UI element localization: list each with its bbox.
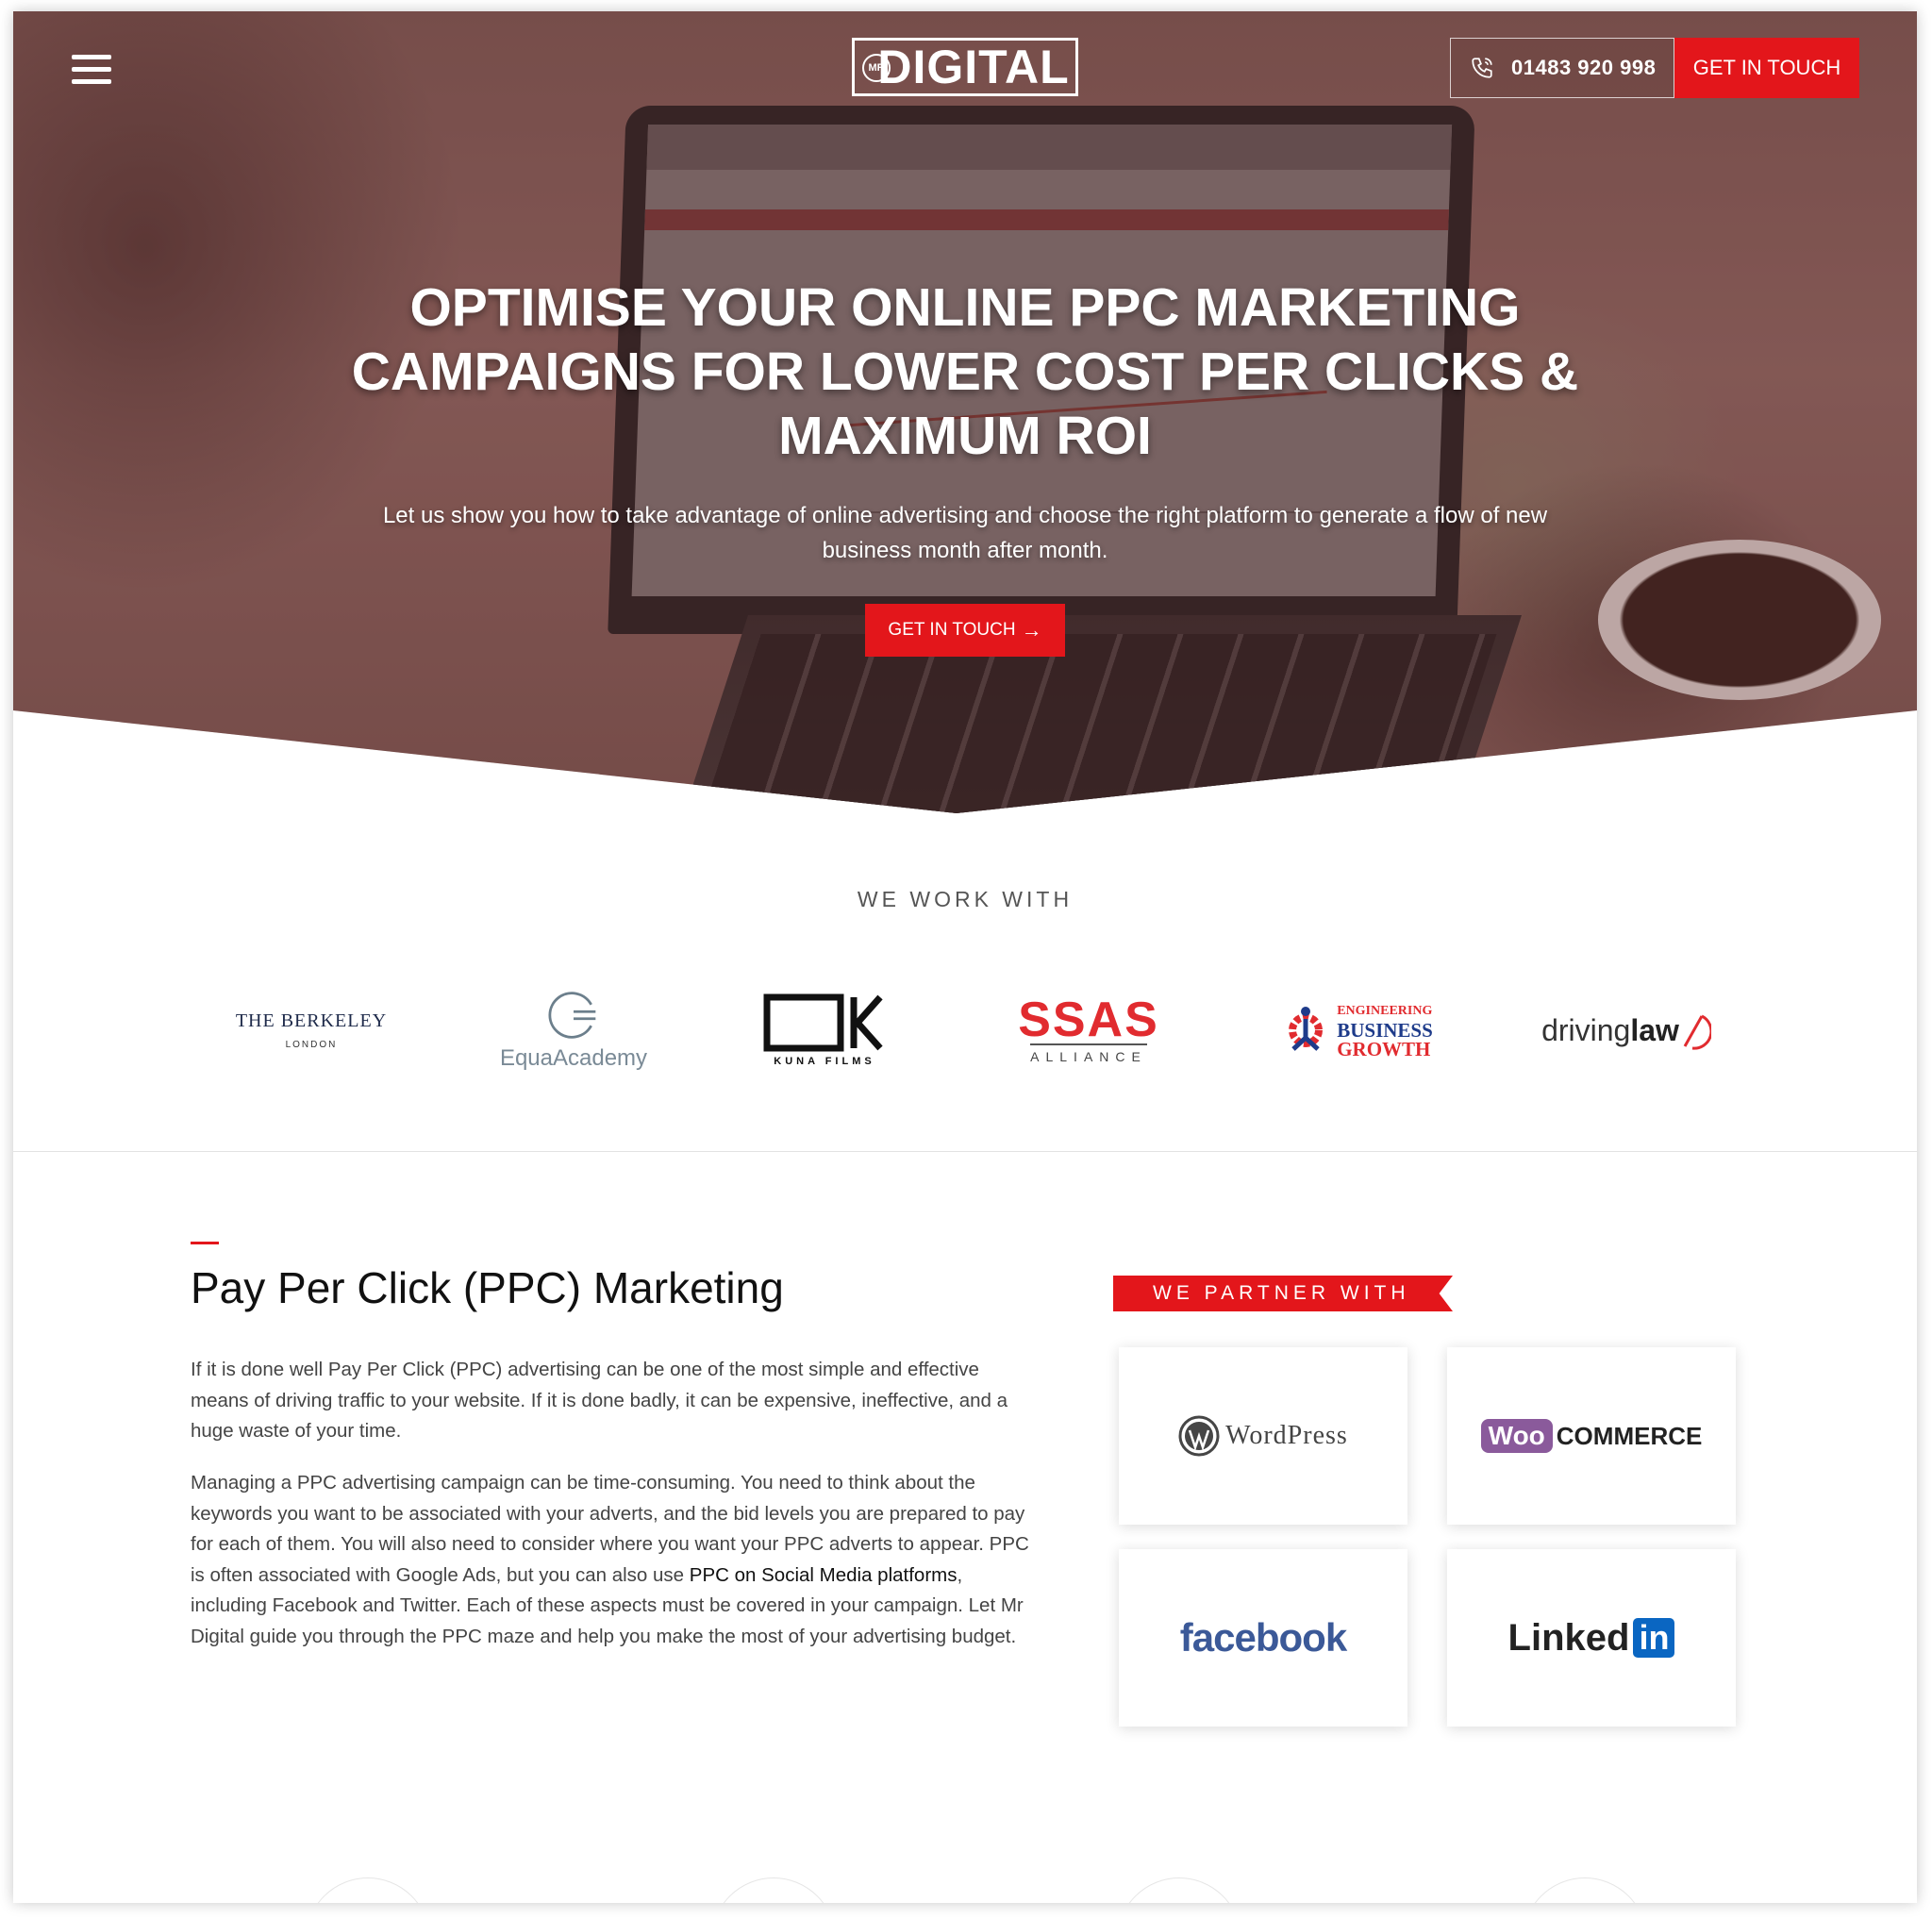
partners-banner: WE PARTNER WITH xyxy=(1113,1276,1453,1311)
client-logo-driving-law: driving law xyxy=(1523,974,1730,1087)
logo-text: DIGITAL xyxy=(877,41,1070,93)
phone-icon xyxy=(1472,58,1492,78)
ppc-paragraph-1: If it is done well Pay Per Click (PPC) a… xyxy=(191,1359,1008,1442)
equa-ring-icon xyxy=(548,992,596,1039)
hero-section: MR DIGITAL 01483 920 998 GET IN TOUCH OP… xyxy=(13,11,1917,813)
kuna-mark-icon xyxy=(763,993,883,1052)
section-accent-dash xyxy=(191,1242,219,1244)
berkeley-name: THE BERKELEY xyxy=(235,1010,388,1031)
partner-card-facebook: facebook xyxy=(1119,1549,1407,1727)
partner-card-linkedin: Linked in xyxy=(1447,1549,1736,1727)
phone-link[interactable]: 01483 920 998 xyxy=(1450,38,1674,98)
wordpress-icon xyxy=(1178,1415,1220,1457)
hero-subtitle: Let us show you how to take advantage of… xyxy=(382,503,1548,563)
kuna-name: KUNA FILMS xyxy=(774,1056,875,1067)
cta-hero-label: GET IN TOUCH xyxy=(888,620,1016,640)
ppc-title: Pay Per Click (PPC) Marketing xyxy=(191,1263,784,1312)
logo-mr-badge: MR xyxy=(862,54,891,82)
hero-title: OPTIMISE YOUR ONLINE PPC MARKETING CAMPA… xyxy=(351,277,1579,466)
page: MR DIGITAL 01483 920 998 GET IN TOUCH OP… xyxy=(13,11,1917,1903)
client-logo-berkeley: THE BERKELEY LONDON xyxy=(208,974,415,1087)
next-section-peek xyxy=(13,1877,1917,1903)
ebg-line2: BUSINESS xyxy=(1337,1019,1433,1042)
partner-card-woocommerce: Woo COMMERCE xyxy=(1447,1347,1736,1525)
driving-prefix: driving xyxy=(1541,1012,1631,1047)
get-in-touch-button-header[interactable]: GET IN TOUCH xyxy=(1674,38,1859,98)
driving-swoosh-icon xyxy=(1683,1014,1711,1050)
hamburger-menu-icon[interactable] xyxy=(72,55,111,85)
ebg-gear-icon xyxy=(1289,1007,1324,1051)
client-logo-ssas-alliance: SSAS ALLIANCE xyxy=(1013,974,1164,1087)
driving-bold: law xyxy=(1630,1012,1679,1047)
phone-number: 01483 920 998 xyxy=(1511,56,1657,79)
equa-name: EquaAcademy xyxy=(499,1045,648,1071)
logo[interactable]: MR DIGITAL xyxy=(852,38,1078,96)
client-logo-engineering-business-growth: ENGINEERING BUSINESS GROWTH xyxy=(1268,974,1447,1087)
berkeley-sub: LONDON xyxy=(285,1040,338,1050)
woo-text: COMMERCE xyxy=(1556,1421,1703,1450)
clients-logos: THE BERKELEY LONDON EquaAcademy KUNA FIL… xyxy=(13,974,1917,1087)
ebg-line3: GROWTH xyxy=(1337,1038,1431,1060)
ssas-name: SSAS xyxy=(1018,993,1159,1047)
ebg-line1: ENGINEERING xyxy=(1337,1004,1433,1018)
arrow-right-icon: → xyxy=(1021,618,1042,642)
woo-badge: Woo xyxy=(1480,1419,1553,1453)
linkedin-in-badge: in xyxy=(1633,1618,1675,1658)
get-in-touch-button-hero[interactable]: GET IN TOUCH → xyxy=(865,604,1065,657)
client-logo-kuna-films: KUNA FILMS xyxy=(749,974,900,1087)
ssas-sub: ALLIANCE xyxy=(1030,1043,1147,1064)
facebook-name: facebook xyxy=(1179,1615,1347,1660)
ppc-paragraph-2: Managing a PPC advertising campaign can … xyxy=(191,1468,1040,1652)
section-divider xyxy=(13,1151,1917,1152)
client-logo-equa-academy: EquaAcademy xyxy=(479,974,668,1087)
clients-heading: WE WORK WITH xyxy=(857,887,1074,911)
linkedin-name: Linked xyxy=(1507,1616,1630,1659)
wordpress-name: WordPress xyxy=(1225,1421,1348,1450)
partner-card-wordpress: WordPress xyxy=(1119,1347,1407,1525)
ppc-social-media-link[interactable]: PPC on Social Media platforms xyxy=(690,1564,958,1586)
